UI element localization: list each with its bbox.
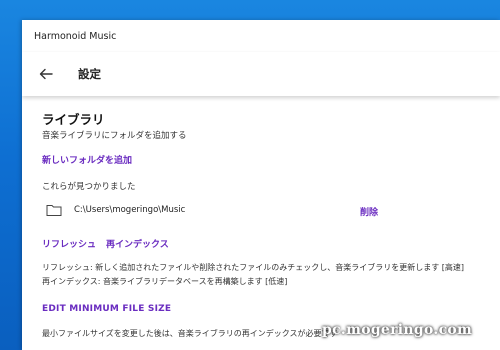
page-title: 設定: [78, 67, 101, 81]
settings-content: ライブラリ 音楽ライブラリにフォルダを追加する 新しいフォルダを追加 これらが見…: [22, 96, 500, 350]
folder-path: C:\Users\mogeringo\Music: [74, 205, 186, 215]
delete-folder-button[interactable]: 削除: [360, 205, 378, 218]
folder-icon: [46, 205, 62, 216]
app-title: Harmonoid Music: [34, 31, 117, 42]
edit-minimum-file-size-button[interactable]: EDIT MINIMUM FILE SIZE: [42, 304, 171, 314]
settings-header: 設定: [22, 52, 500, 96]
found-folders-label: これらが見つかりました: [42, 182, 136, 192]
watermark: pc.mogeringo.com: [322, 322, 473, 338]
app-window: Harmonoid Music 設定 ライブラリ 音楽ライブラリにフォルダを追加…: [22, 20, 500, 350]
back-button[interactable]: [36, 64, 56, 84]
minimum-file-size-description: 最小ファイルサイズを変更した後は、音楽ライブラリの再インデックスが必要です: [42, 329, 338, 338]
reindex-button[interactable]: 再インデックス: [106, 237, 169, 250]
title-bar: Harmonoid Music: [22, 20, 500, 52]
arrow-left-icon: [39, 68, 53, 80]
folder-list-item: C:\Users\mogeringo\Music 削除: [22, 200, 500, 222]
refresh-description: リフレッシュ: 新しく追加されたファイルや削除されたファイルのみチェックし、音楽…: [42, 263, 465, 272]
refresh-button[interactable]: リフレッシュ: [42, 237, 96, 250]
add-folder-button[interactable]: 新しいフォルダを追加: [42, 153, 132, 166]
reindex-description: 再インデックス: 音楽ライブラリデータベースを再構築します [低速]: [42, 277, 288, 286]
library-section-title: ライブラリ: [42, 112, 105, 127]
library-section-subtitle: 音楽ライブラリにフォルダを追加する: [42, 131, 187, 141]
